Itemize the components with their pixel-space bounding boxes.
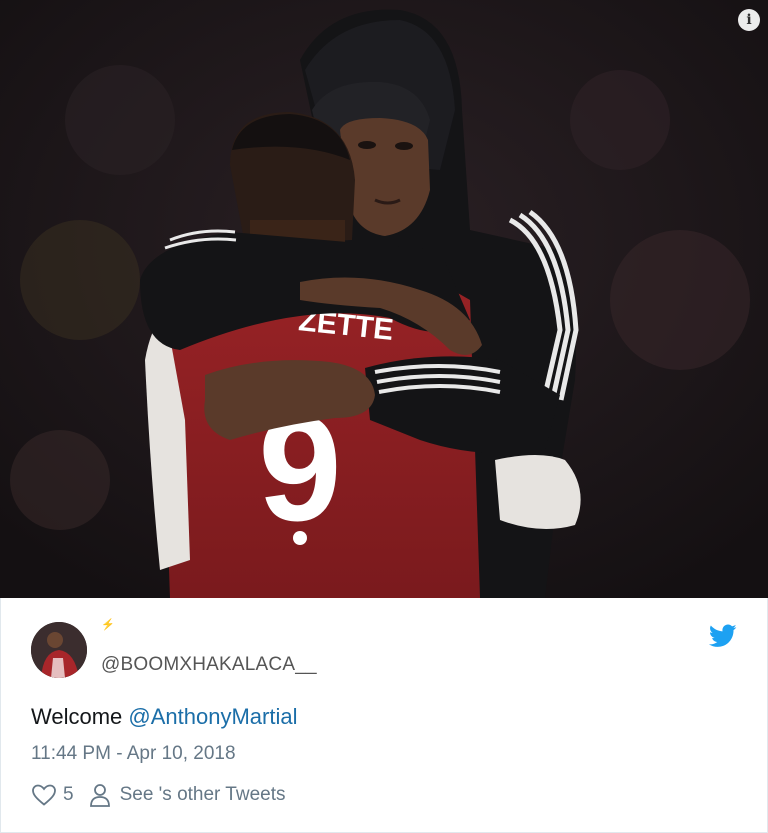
other-tweets-link[interactable]: See 's other Tweets [88,782,286,808]
tweet-card: ⚡ @BOOMXHAKALACA__ Welcome @AnthonyMarti… [0,598,768,833]
like-button[interactable]: 5 [31,783,74,807]
tweet-text-body: Welcome [31,704,123,729]
tweet-photo[interactable]: ZETTE 9 i [0,0,768,598]
user-handle[interactable]: @BOOMXHAKALACA__ [101,654,317,676]
tweet-text: Welcome @AnthonyMartial [31,704,298,730]
info-icon[interactable]: i [738,9,760,31]
avatar[interactable] [31,622,87,678]
heart-icon [32,784,56,806]
other-tweets-label: See 's other Tweets [119,784,286,805]
tweet-timestamp[interactable]: 11:44 PM - Apr 10, 2018 [31,743,236,765]
like-count: 5 [63,784,74,805]
display-name[interactable]: ⚡ [101,618,115,631]
twitter-bird-icon[interactable] [709,624,737,648]
person-icon [89,784,110,807]
photo-illustration: ZETTE 9 [0,0,768,598]
mention-link[interactable]: @AnthonyMartial [128,704,297,729]
tweet-actions: 5 See 's other Tweets [31,782,286,808]
